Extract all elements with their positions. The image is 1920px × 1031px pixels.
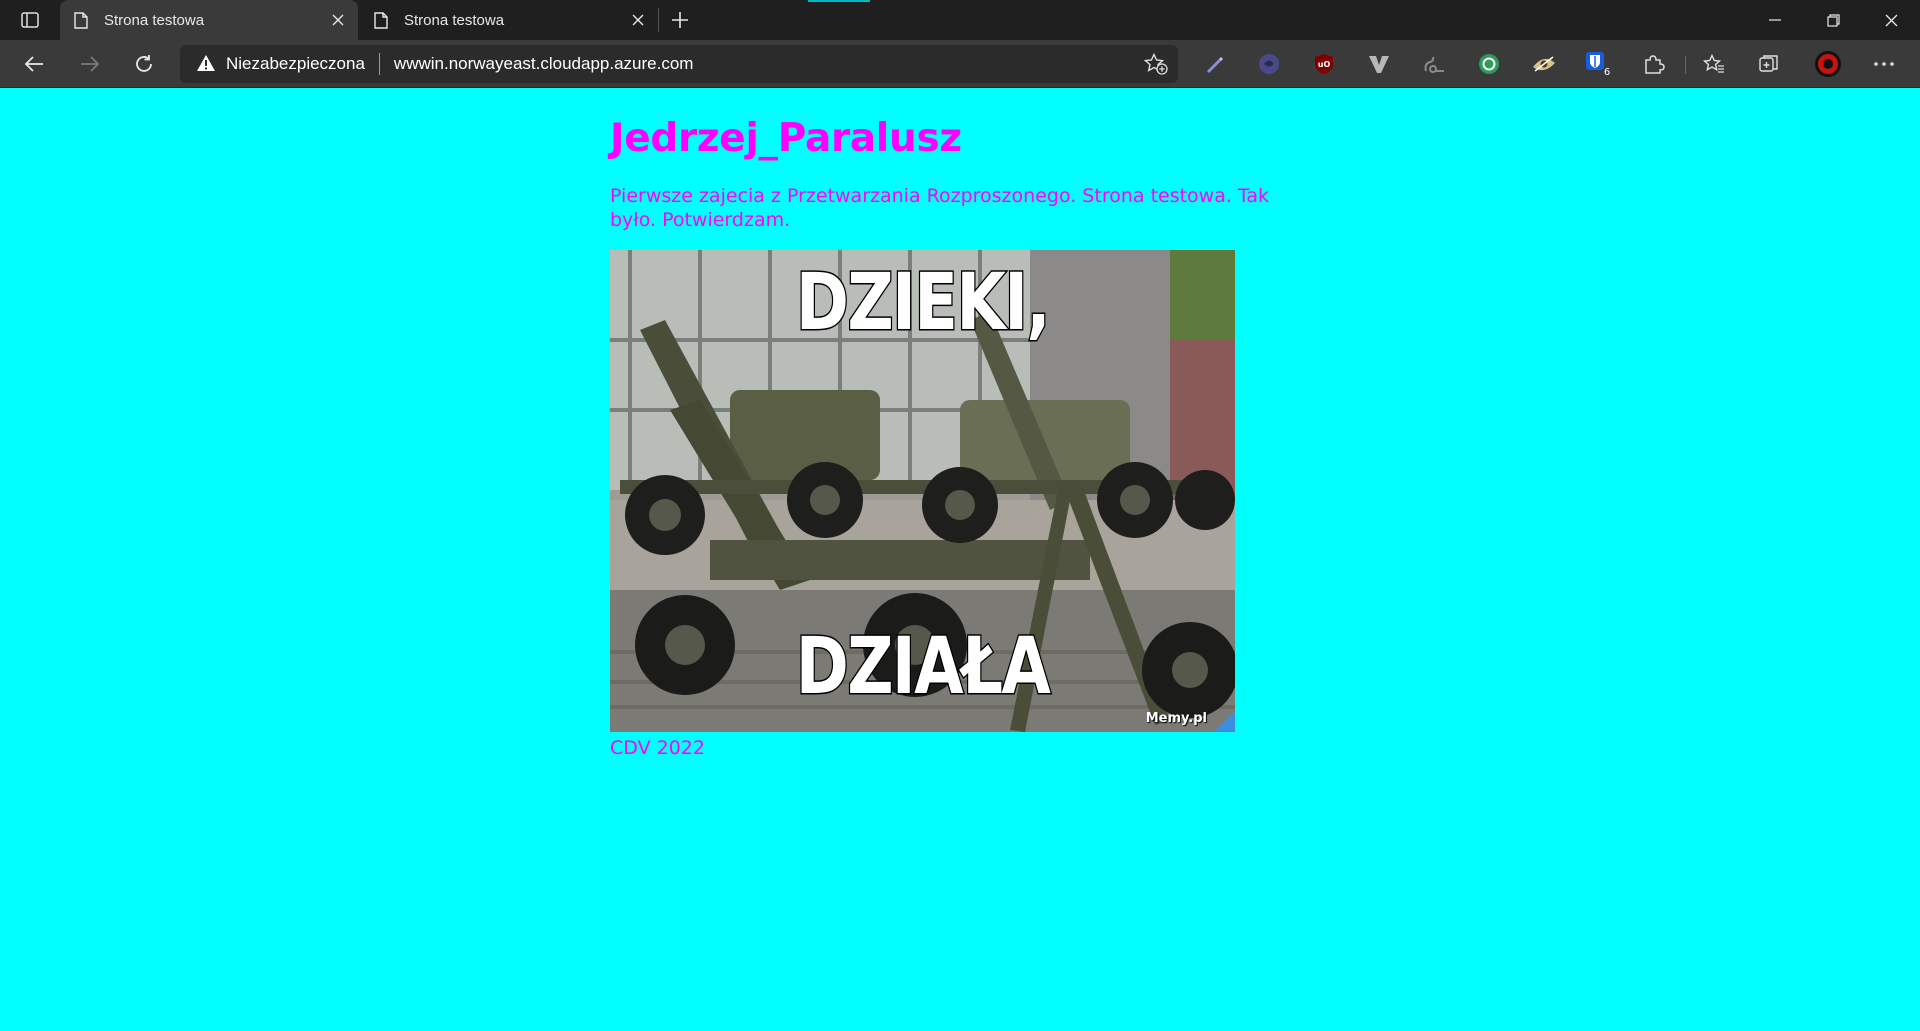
refresh-button[interactable] (126, 48, 162, 80)
browser-window: Strona testowa Strona testowa Niezabezpi… (0, 0, 1920, 1031)
extension-sync[interactable] (1475, 50, 1503, 78)
browser-toolbar: Niezabezpieczona wwwin.norwayeast.clouda… (0, 40, 1920, 88)
extension-script[interactable] (1420, 50, 1448, 78)
tab-separator (658, 8, 659, 32)
close-tab-button[interactable] (326, 8, 350, 32)
bitwarden-badge: 6 (1604, 67, 1610, 77)
collections-icon (1759, 55, 1778, 72)
favorites-icon (1703, 54, 1724, 73)
more-icon (1874, 62, 1894, 66)
add-favorite-button[interactable] (1140, 48, 1172, 80)
extensions-button[interactable] (1640, 50, 1668, 78)
extension-ublock[interactable]: uO (1310, 50, 1338, 78)
back-button[interactable] (16, 48, 52, 80)
tab-2[interactable]: Strona testowa (360, 0, 658, 40)
toolbar-separator (1685, 56, 1686, 74)
close-tab-button[interactable] (626, 8, 650, 32)
tab-bar: Strona testowa Strona testowa (0, 0, 1920, 40)
tab-1[interactable]: Strona testowa (60, 0, 358, 40)
favorites-button[interactable] (1700, 50, 1728, 78)
watermark-corner-icon (1213, 712, 1235, 732)
tab-strip-indicator (808, 0, 870, 2)
extension-bitwarden[interactable]: 6 (1585, 50, 1613, 78)
script-icon (1424, 56, 1444, 73)
restore-icon (1826, 13, 1840, 27)
eye-icon (1533, 56, 1555, 72)
page-footer: CDV 2022 (610, 737, 705, 759)
puzzle-icon (1645, 55, 1665, 74)
minimize-button[interactable] (1746, 0, 1804, 40)
page-icon (374, 12, 390, 29)
extension-eye[interactable] (1530, 50, 1558, 78)
page-viewport: Jedrzej_Paralusz Pierwsze zajecia z Prze… (0, 88, 1920, 1031)
extension-pen[interactable] (1200, 50, 1228, 78)
page-content: Jedrzej_Paralusz Pierwsze zajecia z Prze… (610, 88, 1290, 760)
address-bar[interactable]: Niezabezpieczona wwwin.norwayeast.clouda… (180, 45, 1178, 83)
meme-watermark: Memy.pl (1145, 711, 1207, 726)
ublock-origin-icon: uO (1315, 54, 1333, 74)
vivaldi-v-icon (1369, 56, 1389, 73)
close-icon (1885, 14, 1897, 26)
pen-icon (1207, 57, 1223, 73)
security-status-label[interactable]: Niezabezpieczona (226, 54, 365, 74)
arrow-left-icon (24, 56, 43, 72)
collections-button[interactable] (1755, 50, 1783, 78)
minimize-icon (1769, 19, 1781, 21)
page-icon (74, 12, 90, 29)
new-tab-button[interactable] (664, 6, 696, 34)
plus-icon (672, 12, 688, 28)
tab-title: Strona testowa (104, 11, 205, 29)
page-intro-text: Pierwsze zajecia z Przetwarzania Rozpros… (610, 185, 1270, 231)
extension-v[interactable] (1365, 50, 1393, 78)
close-window-button[interactable] (1862, 0, 1920, 40)
close-icon (332, 14, 344, 26)
privacy-badger-icon (1259, 54, 1279, 74)
url-text[interactable]: wwwin.norwayeast.cloudapp.azure.com (394, 54, 1140, 74)
tab-title: Strona testowa (404, 11, 505, 29)
ublock-label: uO (1318, 60, 1331, 69)
meme-bottom-caption: DZIAŁA (795, 622, 1053, 712)
arrow-right-icon (81, 56, 100, 72)
bitwarden-icon: 6 (1586, 52, 1610, 77)
tab-actions-icon (21, 12, 39, 28)
forward-button[interactable] (72, 48, 108, 80)
settings-more-button[interactable] (1870, 50, 1898, 78)
avatar (1815, 51, 1841, 77)
profile-button[interactable] (1814, 50, 1842, 78)
close-icon (632, 14, 644, 26)
page-title: Jedrzej_Paralusz (610, 116, 962, 161)
star-add-icon (1144, 53, 1168, 75)
warning-icon[interactable] (196, 54, 216, 74)
address-separator (378, 53, 380, 75)
green-sync-icon (1479, 54, 1499, 74)
restore-button[interactable] (1804, 0, 1862, 40)
tab-actions-button[interactable] (12, 6, 48, 34)
meme-image: DZIEKI, DZIAŁA Memy.pl (610, 250, 1235, 732)
refresh-icon (136, 55, 152, 72)
extension-privacy-badger[interactable] (1255, 50, 1283, 78)
meme-top-caption: DZIEKI, (795, 258, 1052, 348)
